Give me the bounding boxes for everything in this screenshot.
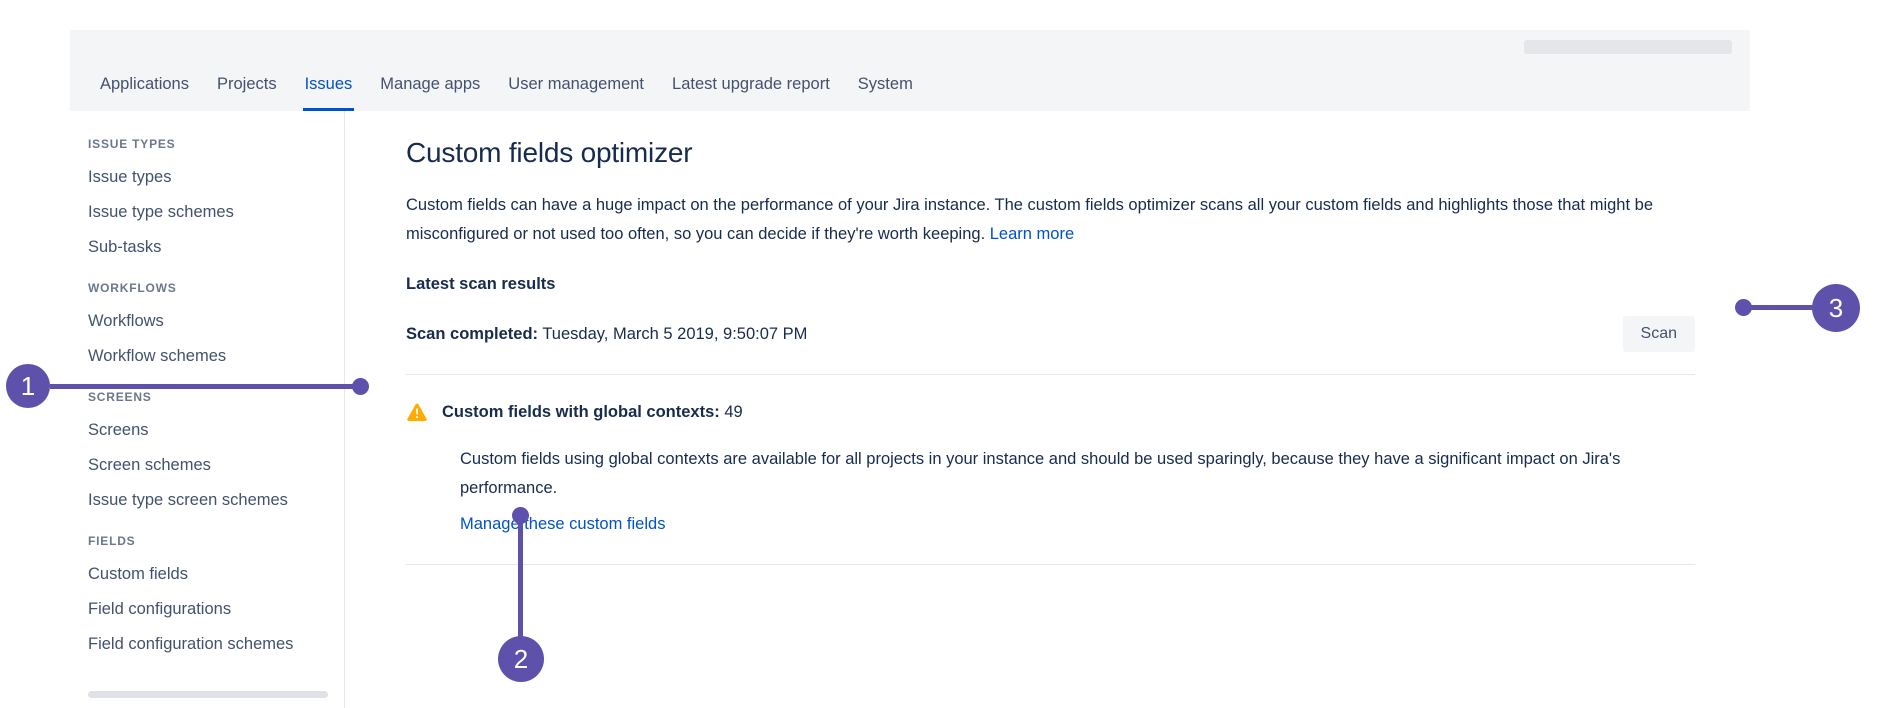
sidebar-item-field-configurations[interactable]: Field configurations	[70, 592, 344, 627]
sidebar-item-custom-fields[interactable]: Custom fields	[70, 557, 344, 592]
sidebar-horizontal-scrollbar[interactable]	[88, 691, 328, 698]
annotation-1-line	[50, 384, 360, 389]
scan-timestamp: Tuesday, March 5 2019, 9:50:07 PM	[542, 325, 807, 343]
sidebar-heading-workflows: WORKFLOWS	[70, 281, 344, 304]
sidebar-heading-fields: FIELDS	[70, 534, 344, 557]
scan-completed-label: Scan completed:	[406, 325, 538, 343]
tab-user-management[interactable]: User management	[494, 58, 658, 111]
app-window: Applications Projects Issues Manage apps…	[70, 30, 1750, 708]
tab-applications[interactable]: Applications	[86, 58, 203, 111]
page-title: Custom fields optimizer	[406, 137, 1695, 169]
annotation-1-bubble: 1	[6, 364, 50, 408]
divider-above-findings	[406, 374, 1695, 375]
tab-label: User management	[508, 75, 644, 94]
finding-title: Custom fields with global contexts: 49	[442, 403, 743, 422]
window-top-strip	[70, 30, 1750, 58]
screenshot-root: Applications Projects Issues Manage apps…	[0, 0, 1884, 708]
sidebar-heading-issue-types: ISSUE TYPES	[70, 137, 344, 160]
tab-label: System	[858, 75, 913, 94]
tab-label: Projects	[217, 75, 277, 94]
scan-status-row: Scan completed: Tuesday, March 5 2019, 9…	[406, 316, 1695, 352]
intro-paragraph: Custom fields can have a huge impact on …	[406, 191, 1695, 249]
finding-header: Custom fields with global contexts: 49	[406, 401, 1695, 423]
finding-description: Custom fields using global contexts are …	[460, 445, 1695, 503]
sidebar-item-screen-schemes[interactable]: Screen schemes	[70, 448, 344, 483]
scan-completed-text: Scan completed: Tuesday, March 5 2019, 9…	[406, 325, 807, 344]
latest-scan-results-title: Latest scan results	[406, 275, 1695, 294]
tab-label: Latest upgrade report	[672, 75, 830, 94]
finding-label: Custom fields with global contexts:	[442, 403, 720, 421]
sidebar-item-screens[interactable]: Screens	[70, 413, 344, 448]
sidebar-item-workflow-schemes[interactable]: Workflow schemes	[70, 339, 344, 374]
learn-more-link[interactable]: Learn more	[990, 225, 1074, 243]
finding-count: 49	[724, 403, 742, 421]
sidebar-item-issue-type-schemes[interactable]: Issue type schemes	[70, 195, 344, 230]
tab-label: Manage apps	[380, 75, 480, 94]
sidebar-group-workflows: WORKFLOWS Workflows Workflow schemes	[70, 281, 344, 374]
sidebar-item-issue-types[interactable]: Issue types	[70, 160, 344, 195]
sidebar-group-fields: FIELDS Custom fields Field configuration…	[70, 534, 344, 662]
sidebar-item-field-configuration-schemes[interactable]: Field configuration schemes	[70, 627, 344, 662]
tab-issues[interactable]: Issues	[291, 58, 367, 111]
annotation-2-bubble: 2	[498, 636, 544, 682]
annotation-2-line	[518, 515, 523, 640]
tab-system[interactable]: System	[844, 58, 927, 111]
tab-manage-apps[interactable]: Manage apps	[366, 58, 494, 111]
sidebar-group-issue-types: ISSUE TYPES Issue types Issue type schem…	[70, 137, 344, 265]
settings-sidebar: ISSUE TYPES Issue types Issue type schem…	[70, 111, 345, 708]
admin-tabbar: Applications Projects Issues Manage apps…	[70, 58, 1750, 111]
annotation-1-dot	[352, 378, 369, 395]
sidebar-item-workflows[interactable]: Workflows	[70, 304, 344, 339]
tab-label: Issues	[305, 75, 353, 94]
tab-projects[interactable]: Projects	[203, 58, 291, 111]
sidebar-item-issue-type-screen-schemes[interactable]: Issue type screen schemes	[70, 483, 344, 518]
warning-triangle-icon	[406, 401, 428, 423]
sidebar-group-screens: SCREENS Screens Screen schemes Issue typ…	[70, 390, 344, 518]
scan-button[interactable]: Scan	[1623, 316, 1695, 352]
divider-below-findings	[406, 564, 1695, 565]
tab-latest-upgrade-report[interactable]: Latest upgrade report	[658, 58, 844, 111]
annotation-3-bubble: 3	[1812, 284, 1860, 332]
sidebar-item-sub-tasks[interactable]: Sub-tasks	[70, 230, 344, 265]
manage-custom-fields-link[interactable]: Manage these custom fields	[460, 515, 665, 534]
tab-label: Applications	[100, 75, 189, 94]
main-content: Custom fields optimizer Custom fields ca…	[346, 111, 1750, 708]
header-placeholder-pill	[1524, 40, 1732, 54]
sidebar-heading-screens: SCREENS	[70, 390, 344, 413]
